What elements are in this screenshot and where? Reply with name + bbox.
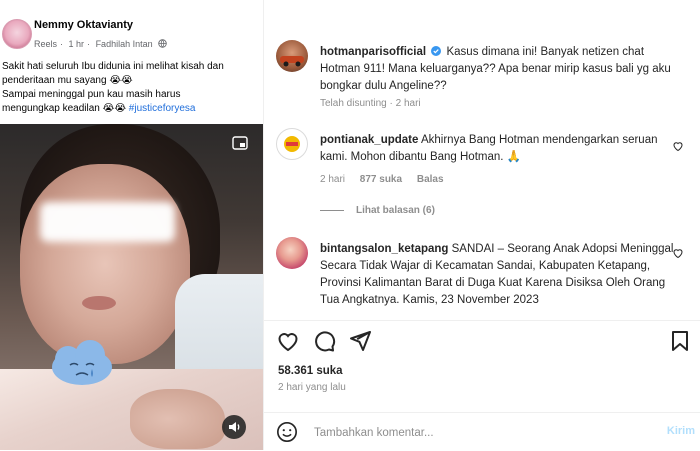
verified-badge-icon <box>431 46 442 56</box>
car-avatar-icon <box>280 56 304 67</box>
crying-emoji: 😭😭 <box>102 103 127 114</box>
comments-list[interactable]: hotmanparisofficial Kasus dimana ini! Ba… <box>264 0 700 318</box>
view-replies-button[interactable]: Lihat balasan (6) <box>320 205 435 216</box>
reel-video[interactable] <box>0 124 263 450</box>
view-replies-label: Lihat balasan (6) <box>356 205 435 216</box>
save-bookmark-icon[interactable] <box>668 329 692 353</box>
comment-text: pontianak_update Akhirnya Bang Hotman me… <box>320 132 680 166</box>
comment-likes[interactable]: 877 suka <box>360 174 402 185</box>
caption-line: mengungkap keadilan <box>2 103 100 114</box>
like-heart-icon[interactable] <box>276 329 300 353</box>
caption-meta: Telah disunting · 2 hari <box>320 98 421 109</box>
comment-text: bintangsalon_ketapang SANDAI – Seorang A… <box>320 241 680 309</box>
comment-text: hotmanparisofficial Kasus dimana ini! Ba… <box>320 44 680 95</box>
video-frame-hand <box>130 389 225 449</box>
divider <box>320 209 344 211</box>
mute-button[interactable] <box>222 415 246 439</box>
crying-emoji: 😭😭 <box>109 75 133 86</box>
sad-cloud-sticker-icon <box>52 340 112 385</box>
share-paper-plane-icon[interactable] <box>348 329 372 353</box>
comment-meta: 2 hari 877 suka Balas <box>320 174 456 185</box>
meta-separator: · <box>87 39 91 49</box>
username[interactable]: pontianak_update <box>320 134 418 146</box>
post-timestamp: 2 hari yang lalu <box>278 382 346 393</box>
post-comment-button[interactable]: Kirim <box>667 425 695 437</box>
post-header: Nemmy Oktavianty Reels · 1 hr · Fadhilah I… <box>0 0 263 56</box>
tagged-user[interactable]: Fadhilah Intan <box>96 39 153 49</box>
reply-button[interactable]: Balas <box>417 174 444 185</box>
comment-bubble-icon[interactable] <box>312 329 336 353</box>
caption-line: Sakit hati seluruh Ibu didunia ini melih… <box>2 61 224 72</box>
video-frame-face <box>20 164 190 364</box>
meta-separator: · <box>60 39 64 49</box>
avatar[interactable] <box>276 40 308 72</box>
facebook-post: Nemmy Oktavianty Reels · 1 hr · Fadhilah I… <box>0 0 263 450</box>
author-avatar[interactable] <box>2 19 32 49</box>
emoji-smiley-icon[interactable] <box>276 421 298 443</box>
username[interactable]: bintangsalon_ketapang <box>320 243 448 255</box>
censor-blur <box>40 202 175 242</box>
video-frame-lips <box>82 296 116 310</box>
caption-line: penderitaan mu sayang <box>2 75 107 86</box>
author-name[interactable]: Nemmy Oktavianty <box>34 19 133 31</box>
post-actions <box>264 320 700 361</box>
instagram-comments-panel: hotmanparisofficial Kasus dimana ini! Ba… <box>263 0 700 450</box>
comment-time: 2 hari <box>320 174 346 185</box>
praying-emoji: 🙏 <box>506 151 521 163</box>
hashtag-link[interactable]: #justiceforyesa <box>129 103 196 114</box>
like-comment-heart-icon[interactable] <box>672 140 684 152</box>
post-meta: Reels · 1 hr · Fadhilah Intan <box>34 39 167 49</box>
news-logo-avatar-icon <box>284 136 300 152</box>
like-comment-heart-icon[interactable] <box>672 247 684 259</box>
globe-icon <box>158 39 167 48</box>
post-caption: Sakit hati seluruh Ibu didunia ini melih… <box>2 60 257 116</box>
post-type[interactable]: Reels <box>34 39 57 49</box>
comment-composer: Kirim <box>264 412 700 451</box>
speaker-icon <box>229 422 240 432</box>
likes-count[interactable]: 58.361 suka <box>278 365 343 377</box>
username[interactable]: hotmanparisofficial <box>320 46 426 58</box>
avatar[interactable] <box>276 128 308 160</box>
comment-input[interactable] <box>312 423 616 443</box>
avatar[interactable] <box>276 237 308 269</box>
caption-line: Sampai meninggal pun kau masih harus <box>2 89 181 100</box>
picture-in-picture-icon[interactable] <box>232 136 248 150</box>
post-time[interactable]: 1 hr <box>69 39 85 49</box>
